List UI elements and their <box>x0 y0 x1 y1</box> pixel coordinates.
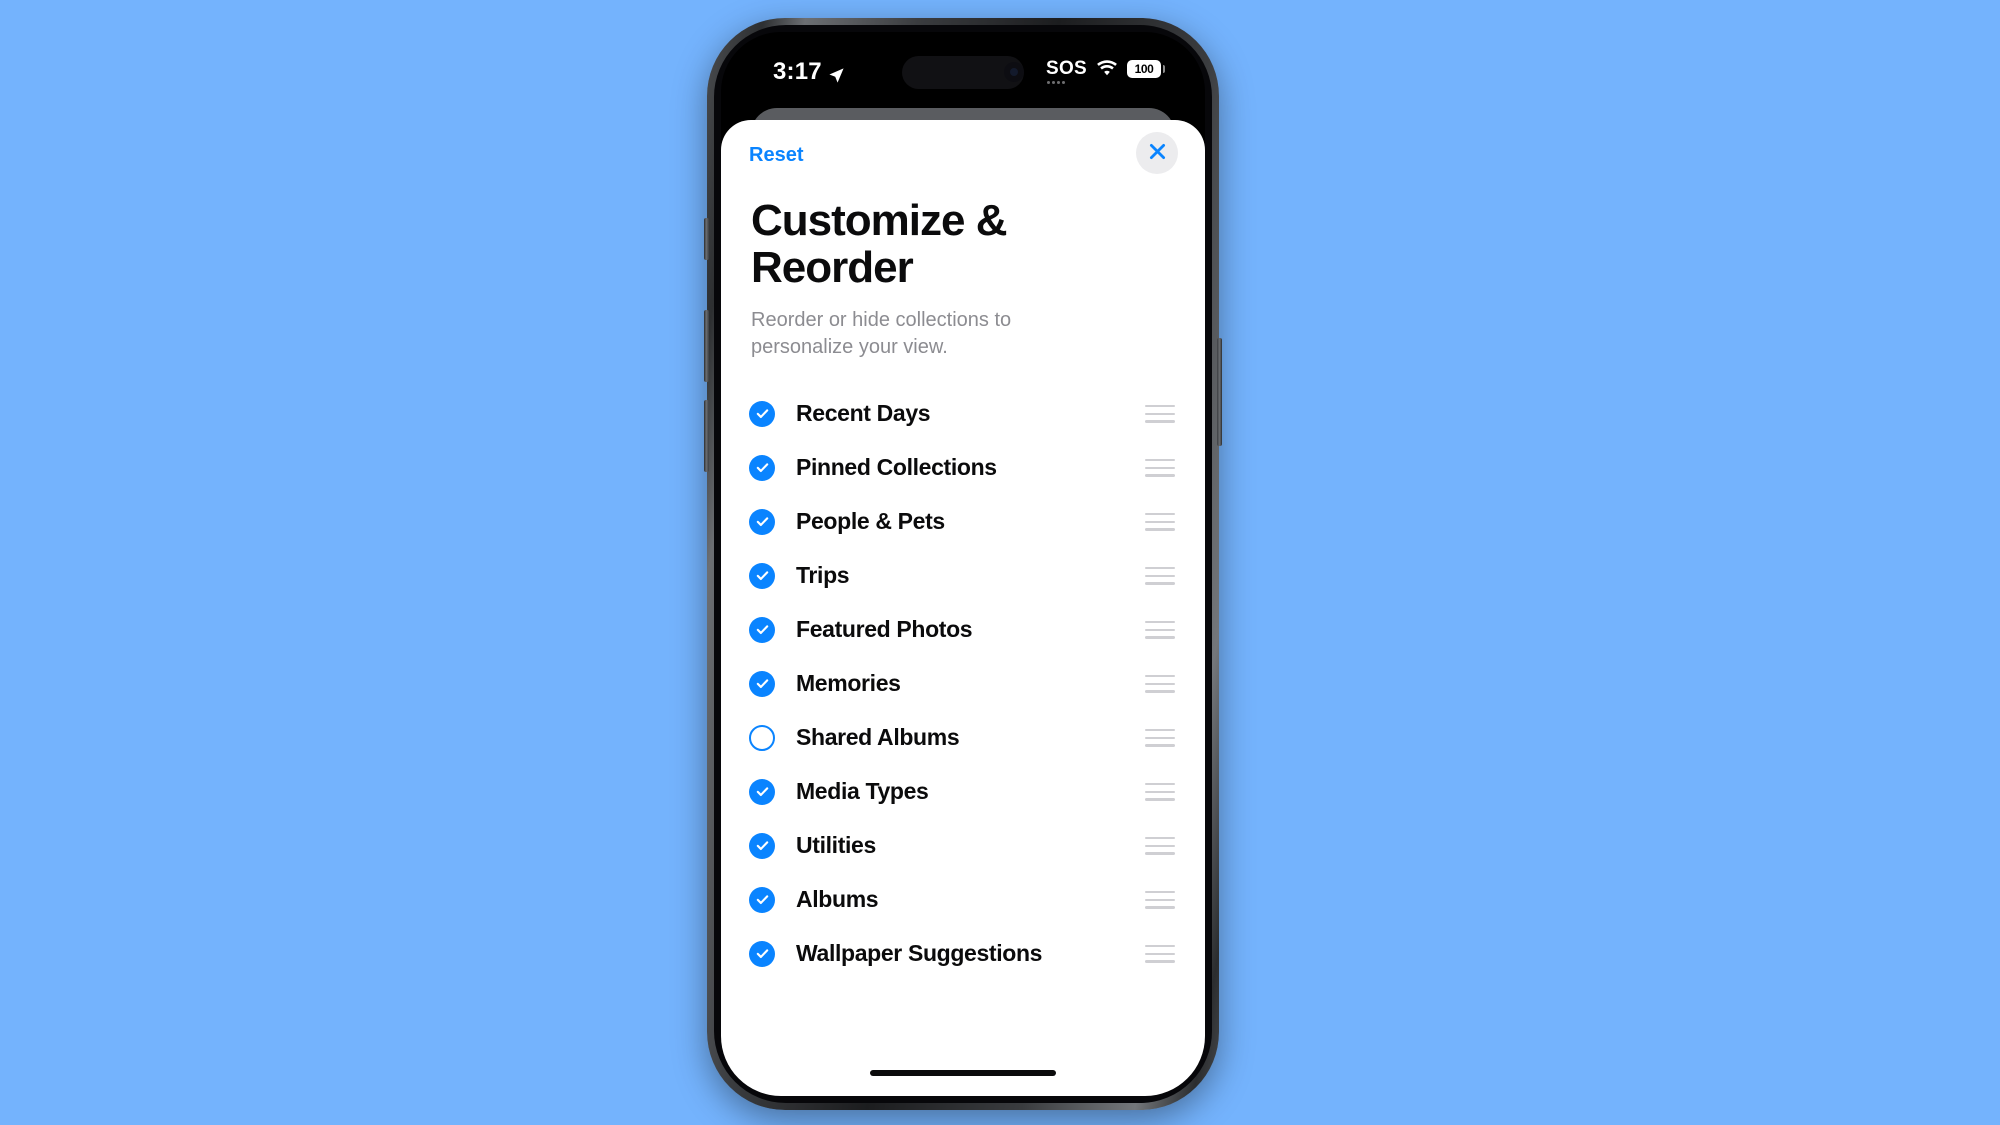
drag-handle-icon[interactable] <box>1145 404 1175 423</box>
drag-handle-icon[interactable] <box>1145 890 1175 909</box>
list-item-label: Featured Photos <box>796 616 973 643</box>
checkbox-checked-icon[interactable] <box>749 832 775 859</box>
checkbox-checked-icon[interactable] <box>749 616 775 643</box>
drag-handle-icon[interactable] <box>1145 674 1175 693</box>
checkbox-checked-icon[interactable] <box>749 778 775 805</box>
phone-device: 3:17 SOS 100 Reset Customize & Reorder R… <box>704 18 1222 1110</box>
list-item-label: Shared Albums <box>796 724 960 751</box>
list-item-label: Recent Days <box>796 400 931 427</box>
drag-handle-icon[interactable] <box>1145 728 1175 747</box>
list-item-label: Albums <box>796 886 879 913</box>
reset-button[interactable]: Reset <box>749 144 803 167</box>
drag-handle-icon[interactable] <box>1145 620 1175 639</box>
checkbox-checked-icon[interactable] <box>749 670 775 697</box>
volume-down-button[interactable] <box>704 400 709 472</box>
list-item[interactable]: Shared Albums <box>721 711 1205 765</box>
status-bar: 3:17 SOS 100 <box>721 32 1205 110</box>
list-item[interactable]: Memories <box>721 657 1205 711</box>
list-item[interactable]: Utilities <box>721 819 1205 873</box>
status-bar-left: 3:17 <box>773 58 845 86</box>
list-item-label: Utilities <box>796 832 876 859</box>
list-item[interactable]: Wallpaper Suggestions <box>721 927 1205 981</box>
checkbox-checked-icon[interactable] <box>749 940 775 967</box>
list-item[interactable]: Trips <box>721 549 1205 603</box>
drag-handle-icon[interactable] <box>1145 512 1175 531</box>
location-arrow-icon <box>828 63 845 83</box>
drag-handle-icon[interactable] <box>1145 458 1175 477</box>
checkbox-checked-icon[interactable] <box>749 886 775 913</box>
list-item[interactable]: Pinned Collections <box>721 441 1205 495</box>
clock-label: 3:17 <box>773 58 822 85</box>
close-button[interactable] <box>1136 132 1178 174</box>
battery-level-label: 100 <box>1134 61 1154 76</box>
list-item[interactable]: Featured Photos <box>721 603 1205 657</box>
list-item[interactable]: Media Types <box>721 765 1205 819</box>
sheet-header: Reset <box>721 120 1205 192</box>
list-item-label: Wallpaper Suggestions <box>796 940 1043 967</box>
drag-handle-icon[interactable] <box>1145 782 1175 801</box>
volume-up-button[interactable] <box>704 310 709 382</box>
list-item-label: Pinned Collections <box>796 454 997 481</box>
list-item-label: Memories <box>796 670 901 697</box>
battery-indicator: 100 <box>1127 59 1165 78</box>
action-button[interactable] <box>704 218 709 260</box>
power-button[interactable] <box>1217 338 1222 446</box>
list-item-label: People & Pets <box>796 508 945 535</box>
home-indicator <box>870 1070 1056 1076</box>
checkbox-checked-icon[interactable] <box>749 400 775 427</box>
customize-sheet: Reset Customize & Reorder Reorder or hid… <box>721 120 1205 1096</box>
close-x-icon <box>1147 141 1168 165</box>
wifi-icon <box>1096 60 1118 77</box>
list-item[interactable]: Recent Days <box>721 387 1205 441</box>
collection-list: Recent Days Pinned Collections People & Pe… <box>721 387 1205 981</box>
checkbox-unchecked-icon[interactable] <box>749 724 775 751</box>
sos-label: SOS <box>1046 59 1087 84</box>
list-item[interactable]: Albums <box>721 873 1205 927</box>
cellular-dots-icon <box>1046 81 1065 84</box>
page-title: Customize & Reorder <box>751 196 1007 292</box>
drag-handle-icon[interactable] <box>1145 944 1175 963</box>
checkbox-checked-icon[interactable] <box>749 454 775 481</box>
list-item[interactable]: People & Pets <box>721 495 1205 549</box>
phone-screen: 3:17 SOS 100 Reset Customize & Reorder R… <box>721 32 1205 1096</box>
status-bar-right: SOS 100 <box>1046 59 1165 84</box>
drag-handle-icon[interactable] <box>1145 566 1175 585</box>
page-subtitle: Reorder or hide collections to personali… <box>751 309 1012 359</box>
list-item-label: Media Types <box>796 778 929 805</box>
list-item-label: Trips <box>796 562 850 589</box>
drag-handle-icon[interactable] <box>1145 836 1175 855</box>
checkbox-checked-icon[interactable] <box>749 562 775 589</box>
checkbox-checked-icon[interactable] <box>749 508 775 535</box>
